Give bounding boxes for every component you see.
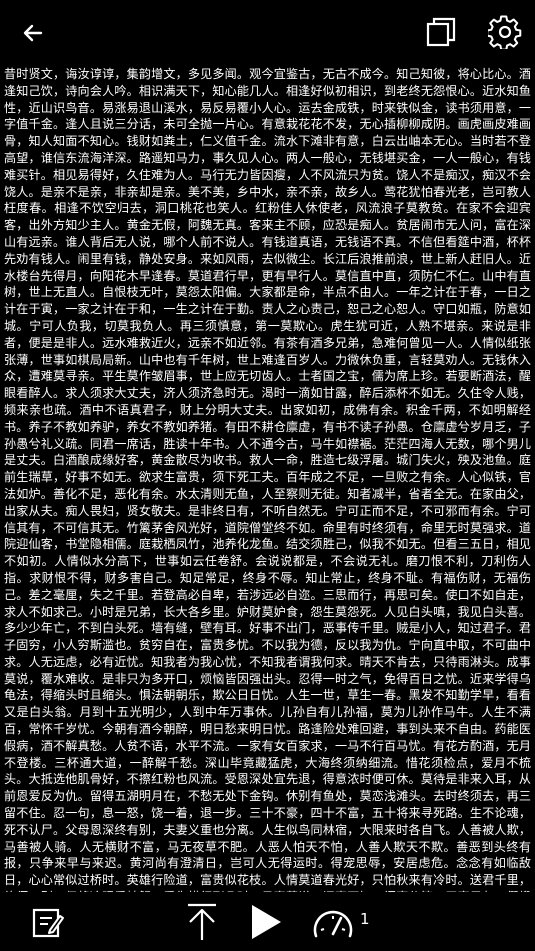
top-bar — [0, 0, 535, 64]
play-icon[interactable] — [246, 902, 286, 942]
arrow-left-icon[interactable] — [14, 14, 52, 52]
speedometer-icon[interactable] — [310, 904, 356, 942]
reading-text: 昔时贤文，诲汝谆谆，集韵增文，多见多闻。观今宜鉴古，无古不成今。知己知彼，将心比… — [4, 67, 531, 892]
speed-value: 1 — [360, 910, 370, 928]
arrow-up-to-top-icon[interactable] — [182, 900, 222, 944]
copy-icon[interactable] — [421, 12, 461, 52]
bottom-bar — [0, 892, 535, 951]
edit-icon[interactable] — [28, 902, 68, 942]
gear-icon[interactable] — [485, 12, 525, 52]
